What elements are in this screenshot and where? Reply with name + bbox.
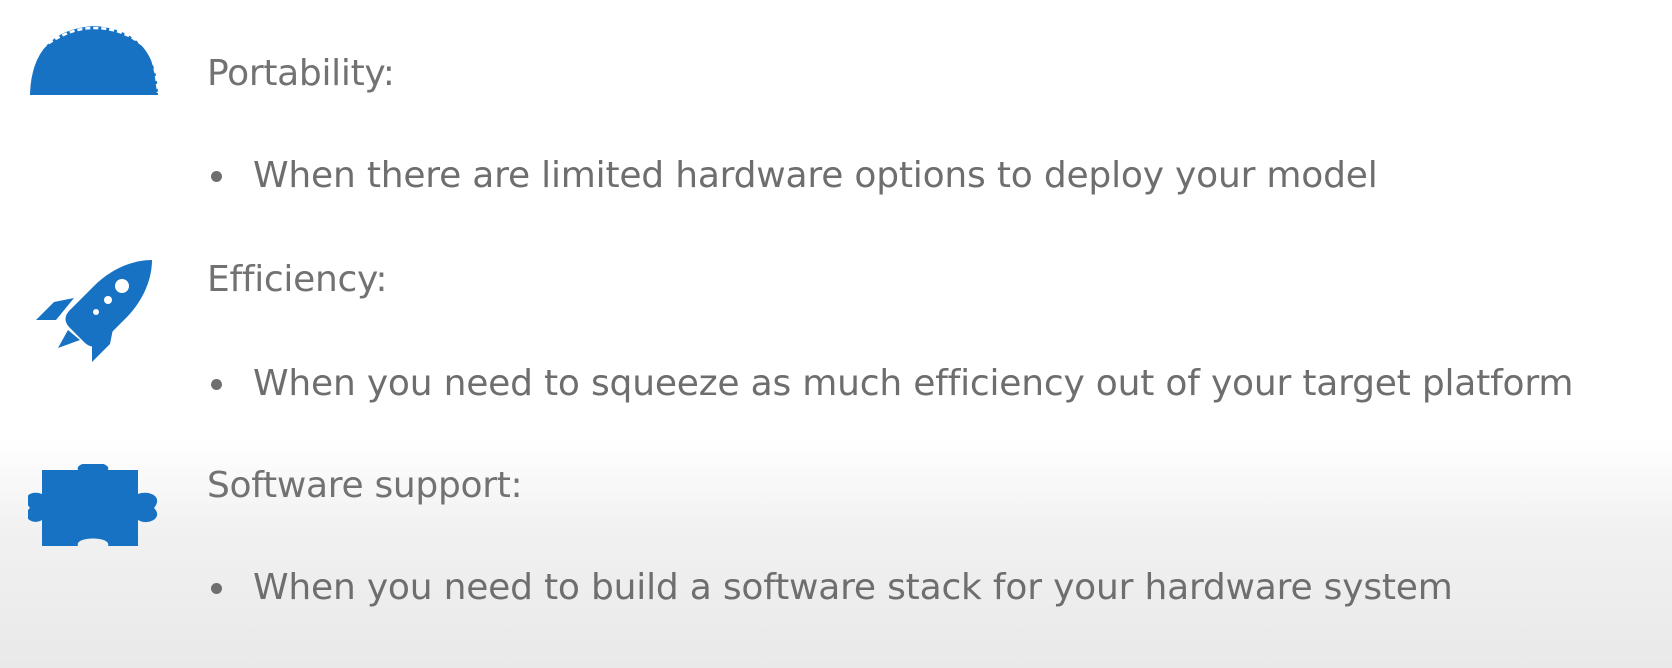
bullet-text: When you need to squeeze as much efficie…	[253, 363, 1574, 404]
section-heading-portability: Portability:	[207, 53, 395, 94]
taco-icon	[28, 24, 162, 98]
section-heading-software-support: Software support:	[207, 465, 523, 506]
bullet-text: When you need to build a software stack …	[253, 567, 1453, 608]
bullet-text: When there are limited hardware options …	[253, 155, 1378, 196]
bullet-dot	[211, 583, 222, 594]
rocket-icon	[34, 258, 156, 364]
bullet-dot	[211, 171, 222, 182]
puzzle-icon	[28, 464, 162, 548]
bullet-dot	[211, 379, 222, 390]
section-heading-efficiency: Efficiency:	[207, 259, 388, 300]
